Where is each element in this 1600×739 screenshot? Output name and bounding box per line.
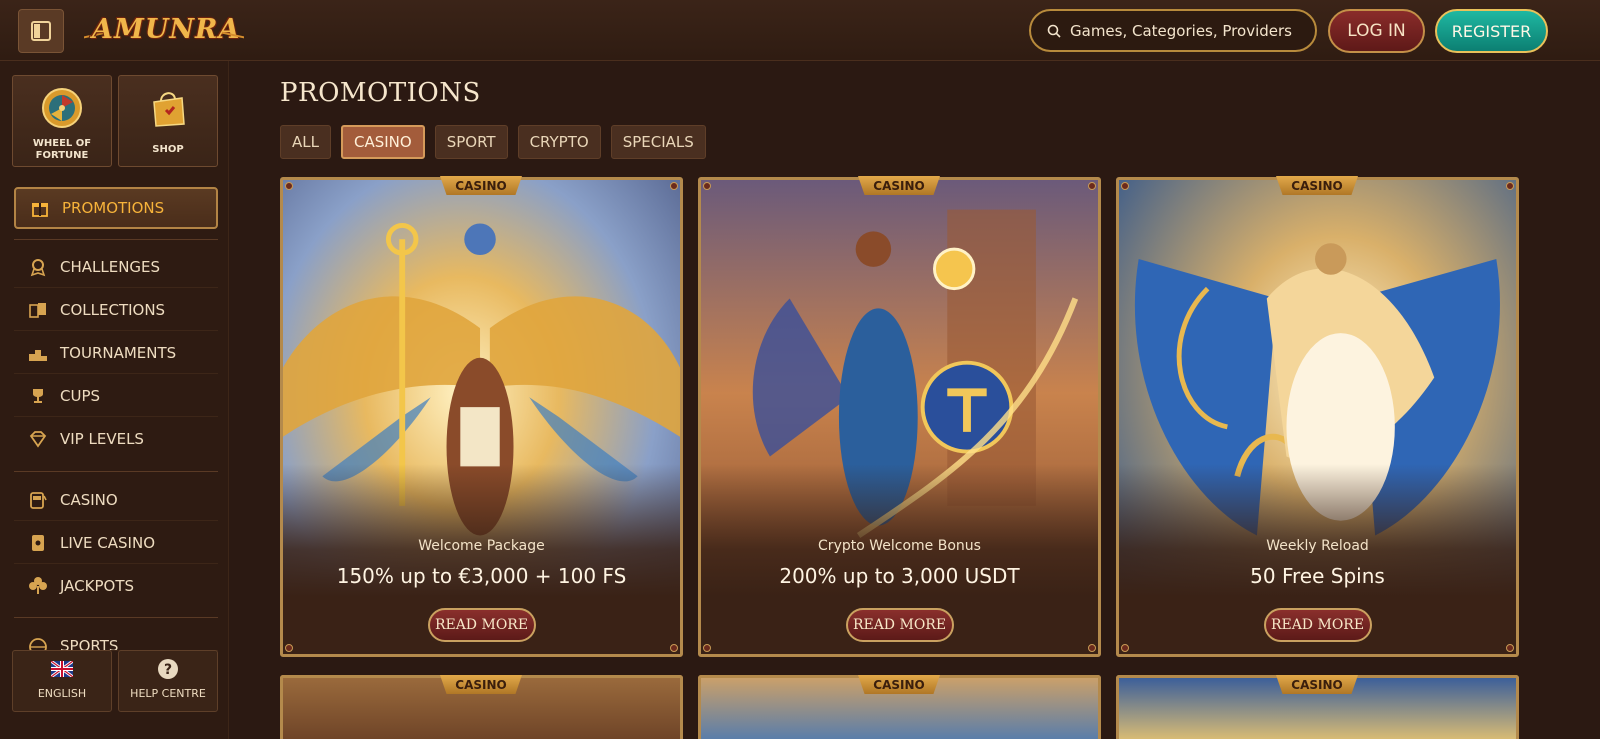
read-more-button[interactable]: READ MORE bbox=[845, 608, 954, 642]
promo-offer: 150% up to €3,000 + 100 FS bbox=[336, 564, 627, 588]
casino-category-ribbon: CASINO bbox=[858, 675, 940, 694]
sidebar-item-challenges[interactable]: CHALLENGES bbox=[14, 246, 218, 288]
sidebar: WHEEL OF FORTUNE SHOP PROMOTIONS CHALLEN… bbox=[0, 61, 229, 739]
svg-text:?: ? bbox=[164, 662, 172, 678]
read-more-button[interactable]: READ MORE bbox=[1263, 608, 1372, 642]
card-corner-ornament bbox=[703, 644, 711, 652]
wheel-icon bbox=[42, 88, 82, 128]
panel-icon bbox=[31, 21, 51, 41]
promo-subtitle: Welcome Package bbox=[418, 538, 545, 554]
trophy-icon bbox=[33, 388, 43, 403]
sidebar-item-live-casino[interactable]: LIVE CASINO bbox=[14, 522, 218, 564]
sidebar-toggle-button[interactable] bbox=[18, 9, 64, 53]
login-button[interactable]: LOG IN bbox=[1328, 9, 1425, 53]
sidebar-item-sports[interactable]: SPORTS bbox=[14, 627, 218, 651]
card-corner-ornament bbox=[1088, 182, 1096, 190]
sidebar-item-label: JACKPOTS bbox=[60, 577, 135, 595]
casino-category-ribbon: CASINO bbox=[858, 176, 940, 195]
sidebar-item-label: LIVE CASINO bbox=[60, 533, 155, 552]
sidebar-item-collections[interactable]: COLLECTIONS bbox=[14, 289, 218, 331]
search-input[interactable] bbox=[1070, 21, 1300, 40]
register-button[interactable]: REGISTER bbox=[1435, 9, 1548, 53]
card-corner-ornament bbox=[1506, 182, 1514, 190]
sidebar-item-label: VIP LEVELS bbox=[60, 430, 144, 448]
language-selector[interactable]: ENGLISH bbox=[12, 650, 112, 712]
sidebar-item-label: PROMOTIONS bbox=[62, 199, 165, 217]
wheel-of-fortune-label-2: FORTUNE bbox=[35, 150, 89, 161]
top-header: AMUNRA LOG IN REGISTER bbox=[0, 0, 1600, 61]
promo-subtitle: Weekly Reload bbox=[1266, 538, 1369, 554]
sidebar-item-tournaments[interactable]: TOURNAMENTS bbox=[14, 332, 218, 374]
tab-crypto[interactable]: CRYPTO bbox=[517, 125, 601, 159]
search-bar[interactable] bbox=[1029, 9, 1317, 52]
card-corner-ornament bbox=[703, 182, 711, 190]
sidebar-divider bbox=[14, 617, 218, 618]
promo-offer: 50 Free Spins bbox=[1250, 564, 1385, 588]
playing-card-icon bbox=[32, 534, 44, 551]
card-corner-ornament bbox=[1088, 644, 1096, 652]
promotion-filter-tabs: ALL CASINO SPORT CRYPTO SPECIALS bbox=[280, 125, 706, 159]
tab-casino[interactable]: CASINO bbox=[340, 125, 425, 159]
sidebar-divider bbox=[14, 239, 218, 240]
diamond-icon bbox=[29, 431, 47, 448]
card-corner-ornament bbox=[670, 644, 678, 652]
sidebar-item-cups[interactable]: CUPS bbox=[14, 375, 218, 417]
card-corner-ornament bbox=[285, 644, 293, 652]
wheel-of-fortune-tile[interactable]: WHEEL OF FORTUNE bbox=[12, 75, 112, 167]
ball-icon bbox=[29, 638, 47, 650]
help-centre-button[interactable]: ? HELP CENTRE bbox=[118, 650, 218, 712]
wheel-of-fortune-label-1: WHEEL OF bbox=[32, 138, 92, 149]
casino-category-ribbon: CASINO bbox=[1276, 675, 1358, 694]
sidebar-item-promotions[interactable]: PROMOTIONS bbox=[14, 187, 218, 229]
casino-category-ribbon: CASINO bbox=[440, 675, 522, 694]
promo-card-crypto-welcome-bonus[interactable]: Crypto Welcome Bonus 200% up to 3,000 US… bbox=[698, 177, 1101, 657]
promo-subtitle: Crypto Welcome Bonus bbox=[818, 538, 981, 554]
sidebar-item-jackpots[interactable]: JACKPOTS bbox=[14, 565, 218, 607]
read-more-button[interactable]: READ MORE bbox=[427, 608, 536, 642]
sidebar-item-label: CHALLENGES bbox=[60, 257, 161, 276]
promo-card-welcome-package[interactable]: Welcome Package 150% up to €3,000 + 100 … bbox=[280, 177, 683, 657]
sidebar-item-casino[interactable]: CASINO bbox=[14, 479, 218, 521]
card-corner-ornament bbox=[1121, 182, 1129, 190]
podium-icon bbox=[29, 349, 47, 361]
promo-offer: 200% up to 3,000 USDT bbox=[779, 564, 1020, 588]
badge-icon bbox=[30, 258, 46, 276]
card-corner-ornament bbox=[670, 182, 678, 190]
sidebar-divider bbox=[14, 471, 218, 472]
cards-icon bbox=[29, 302, 46, 318]
sidebar-item-label: CASINO bbox=[60, 490, 118, 509]
page-title: PROMOTIONS bbox=[280, 78, 481, 108]
slot-machine-icon bbox=[30, 491, 47, 509]
gift-icon bbox=[32, 203, 48, 217]
clover-icon bbox=[29, 577, 47, 594]
promo-card-weekly-reload[interactable]: Weekly Reload 50 Free Spins READ MORE bbox=[1116, 177, 1519, 657]
card-corner-ornament bbox=[285, 182, 293, 190]
shop-label: SHOP bbox=[152, 144, 184, 155]
shopping-bag-icon bbox=[153, 92, 185, 127]
sidebar-item-vip-levels[interactable]: VIP LEVELS bbox=[14, 418, 218, 460]
uk-flag-icon bbox=[50, 659, 74, 679]
help-centre-label: HELP CENTRE bbox=[130, 687, 206, 700]
casino-category-ribbon: CASINO bbox=[1276, 176, 1358, 195]
tab-sport[interactable]: SPORT bbox=[434, 125, 508, 159]
sidebar-item-label: CUPS bbox=[60, 386, 101, 405]
tab-all[interactable]: ALL bbox=[280, 125, 331, 159]
sidebar-item-label: SPORTS bbox=[60, 637, 119, 651]
amunra-logo[interactable]: AMUNRA bbox=[84, 14, 244, 50]
logo-text: AMUNRA bbox=[92, 14, 241, 45]
sidebar-item-label: TOURNAMENTS bbox=[60, 343, 177, 362]
tab-specials[interactable]: SPECIALS bbox=[610, 125, 706, 159]
card-corner-ornament bbox=[1121, 644, 1129, 652]
card-corner-ornament bbox=[1506, 644, 1514, 652]
shop-tile[interactable]: SHOP bbox=[118, 75, 218, 167]
language-label: ENGLISH bbox=[37, 687, 87, 700]
search-icon bbox=[1047, 24, 1061, 38]
casino-category-ribbon: CASINO bbox=[440, 176, 522, 195]
sidebar-item-label: COLLECTIONS bbox=[60, 300, 166, 319]
help-icon: ? bbox=[158, 659, 178, 679]
